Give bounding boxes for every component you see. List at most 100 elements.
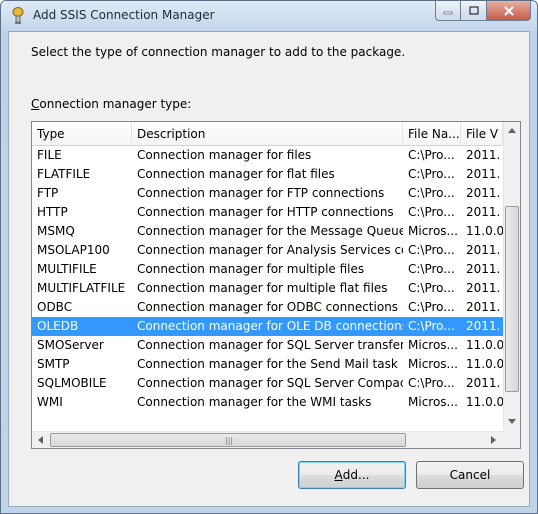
cell-type: SMOServer	[37, 338, 104, 352]
cell-description: Connection manager for flat files	[137, 167, 335, 181]
list-item[interactable]: SMOServer Connection manager for SQL Serv…	[32, 336, 503, 355]
cell-file-version: 2011.	[466, 319, 501, 333]
cell-file-version: 2011.	[466, 262, 501, 276]
list-item[interactable]: FLATFILE Connection manager for flat file…	[32, 165, 503, 184]
cell-file-name: C:\Pro...	[408, 319, 455, 333]
close-icon	[503, 5, 514, 16]
cell-description: Connection manager for HTTP connections	[137, 205, 394, 219]
cell-type: WMI	[37, 395, 63, 409]
cell-file-version: 2011.	[466, 167, 501, 181]
maximize-button[interactable]	[461, 1, 487, 21]
scrollbar-corner	[503, 431, 520, 448]
cell-description: Connection manager for SQL Server transf…	[137, 338, 403, 352]
cell-description: Connection manager for the Message Queue…	[137, 224, 403, 238]
cell-description: Connection manager for files	[137, 148, 312, 162]
add-button-label: dd...	[342, 468, 370, 482]
column-header-file-name[interactable]: File Na...	[403, 122, 461, 146]
cell-type: FTP	[37, 186, 59, 200]
cell-type: HTTP	[37, 205, 68, 219]
add-button[interactable]: Add...	[298, 461, 406, 489]
maximize-icon	[468, 6, 479, 15]
cell-file-name: C:\Pro...	[408, 148, 455, 162]
cell-file-name: Micros...	[408, 338, 458, 352]
cell-description: Connection manager for the WMI tasks	[137, 395, 372, 409]
list-item[interactable]: SMTP Connection manager for the Send Mail…	[32, 355, 503, 374]
cell-description: Connection manager for Analysis Services…	[137, 243, 403, 257]
list-item[interactable]: MSOLAP100 Connection manager for Analysis…	[32, 241, 503, 260]
cell-file-name: C:\Pro...	[408, 262, 455, 276]
column-header-description[interactable]: Description	[132, 122, 403, 146]
cell-file-version: 2011.	[466, 376, 501, 390]
cell-type: FILE	[37, 148, 62, 162]
vertical-scroll-thumb[interactable]	[505, 206, 519, 392]
list-item[interactable]: WMI Connection manager for the WMI tasks M…	[32, 393, 503, 412]
scroll-down-icon[interactable]	[508, 419, 516, 424]
instruction-text: Select the type of connection manager to…	[31, 45, 406, 59]
cell-file-name: C:\Pro...	[408, 300, 455, 314]
cell-file-name: Micros...	[408, 357, 458, 371]
list-item[interactable]: MULTIFILE Connection manager for multiple…	[32, 260, 503, 279]
cell-type: MSMQ	[37, 224, 75, 238]
cell-type: OLEDB	[37, 319, 79, 333]
cell-type: SMTP	[37, 357, 70, 371]
list-item[interactable]: HTTP Connection manager for HTTP connecti…	[32, 203, 503, 222]
cell-type: SQLMOBILE	[37, 376, 107, 390]
cell-file-version: 11.0.0	[466, 224, 503, 238]
scroll-grip-icon: |||	[225, 436, 234, 445]
list-item[interactable]: OLEDB Connection manager for OLE DB conne…	[32, 317, 503, 336]
cell-type: MSOLAP100	[37, 243, 110, 257]
cell-file-version: 11.0.0	[466, 338, 503, 352]
list-item[interactable]: FTP Connection manager for FTP connection…	[32, 184, 503, 203]
label-text: onnection manager type:	[39, 97, 192, 111]
cell-type: MULTIFILE	[37, 262, 97, 276]
list-item[interactable]: MSMQ Connection manager for the Message Q…	[32, 222, 503, 241]
column-header-type[interactable]: Type	[32, 122, 132, 146]
list-item[interactable]: SQLMOBILE Connection manager for SQL Serv…	[32, 374, 503, 393]
cell-file-name: C:\Pro...	[408, 167, 455, 181]
cell-file-name: C:\Pro...	[408, 281, 455, 295]
connection-type-list[interactable]: Type Description File Na... File V FILE C…	[31, 121, 521, 449]
scroll-up-icon[interactable]	[508, 128, 516, 133]
add-accelerator: A	[334, 468, 343, 482]
vertical-scrollbar[interactable]	[503, 122, 520, 431]
list-header: Type Description File Na... File V	[32, 122, 503, 146]
cell-file-version: 2011.	[466, 243, 501, 257]
scroll-right-icon[interactable]	[491, 436, 496, 444]
cell-description: Connection manager for ODBC connections	[137, 300, 399, 314]
cell-file-name: C:\Pro...	[408, 205, 455, 219]
cell-file-name: C:\Pro...	[408, 186, 455, 200]
cancel-button[interactable]: Cancel	[416, 461, 524, 489]
cell-description: Connection manager for multiple flat fil…	[137, 281, 388, 295]
title-bar[interactable]: Add SSIS Connection Manager	[1, 1, 537, 31]
column-header-file-version[interactable]: File V	[461, 122, 503, 146]
cell-description: Connection manager for OLE DB connection…	[137, 319, 403, 333]
minimize-button[interactable]	[435, 1, 461, 21]
caption-buttons	[435, 1, 531, 21]
cell-file-version: 2011.	[466, 148, 501, 162]
cell-description: Connection manager for SQL Server Compac…	[137, 376, 403, 390]
list-item[interactable]: MULTIFLATFILE Connection manager for mult…	[32, 279, 503, 298]
close-button[interactable]	[487, 1, 531, 21]
cell-file-name: Micros...	[408, 395, 458, 409]
cell-description: Connection manager for multiple files	[137, 262, 365, 276]
list-item[interactable]: FILE Connection manager for files C:\Pro..…	[32, 146, 503, 165]
scroll-left-icon[interactable]	[38, 436, 43, 444]
cell-file-version: 2011.	[466, 186, 501, 200]
cell-file-version: 2011.	[466, 300, 501, 314]
cell-file-name: C:\Pro...	[408, 376, 455, 390]
dialog-client-area: Select the type of connection manager to…	[8, 31, 530, 507]
cell-type: ODBC	[37, 300, 73, 314]
connection-type-label: Connection manager type:	[31, 97, 191, 111]
list-item[interactable]: ODBC Connection manager for ODBC connecti…	[32, 298, 503, 317]
cell-file-name: C:\Pro...	[408, 243, 455, 257]
cell-file-version: 11.0.0	[466, 357, 503, 371]
cell-file-version: 11.0.0	[466, 395, 503, 409]
window-title: Add SSIS Connection Manager	[33, 8, 215, 22]
cell-file-version: 2011.	[466, 205, 501, 219]
cell-type: MULTIFLATFILE	[37, 281, 126, 295]
ssis-connection-icon	[12, 7, 24, 24]
list-rows: FILE Connection manager for files C:\Pro..…	[32, 146, 503, 412]
horizontal-scrollbar[interactable]: |||	[32, 431, 503, 448]
horizontal-scroll-thumb[interactable]: |||	[50, 433, 406, 447]
cell-description: Connection manager for FTP connections	[137, 186, 385, 200]
